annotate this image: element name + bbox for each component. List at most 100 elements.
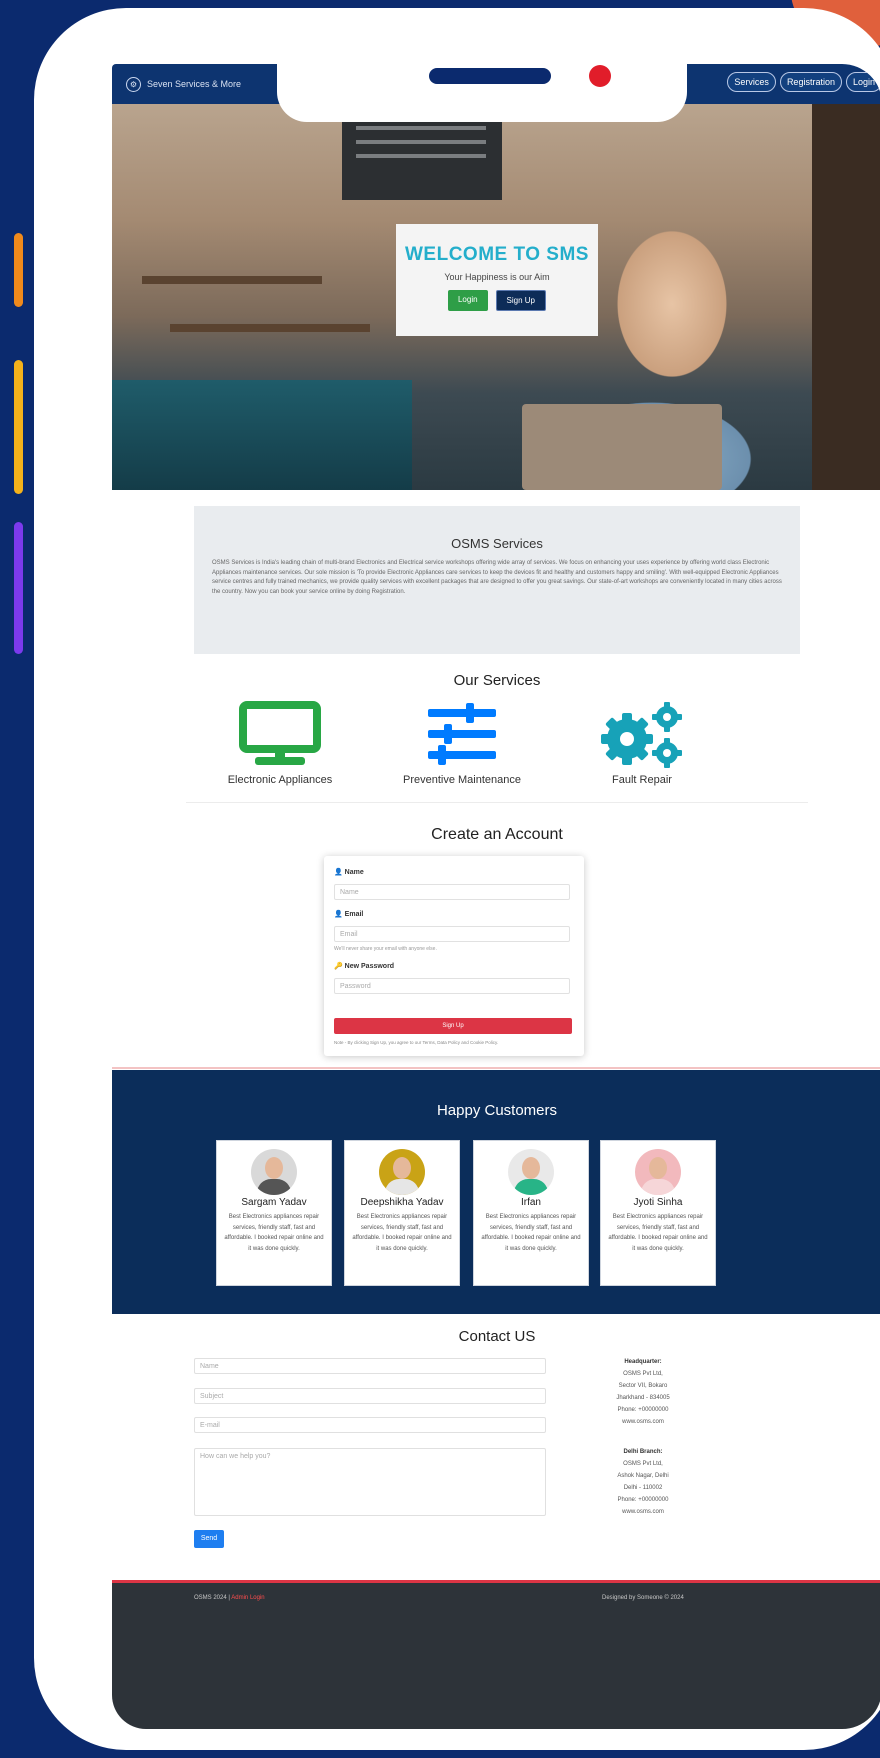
phone-notch (277, 8, 687, 122)
customer-name: Jyoti Sinha (633, 1197, 683, 1208)
avatar (635, 1149, 681, 1195)
phone-side-button (14, 360, 23, 494)
customer-name: Irfan (520, 1197, 541, 1208)
customers-title: Happy Customers (436, 1102, 558, 1119)
password-label: 🔑 New Password (334, 962, 394, 970)
service-electronic-appliances: Electronic Appliances (180, 698, 380, 786)
nav-services[interactable]: Services (727, 72, 776, 92)
contact-title: Contact US (458, 1328, 536, 1345)
brand[interactable]: ⚙ Seven Services & More (126, 76, 242, 92)
section-border (112, 1067, 880, 1069)
hero-photo-shelf (142, 276, 322, 284)
contact-email-input[interactable]: E-mail (194, 1417, 546, 1433)
send-button[interactable]: Send (194, 1530, 224, 1548)
cogs-icon (601, 702, 682, 768)
address-line: Sector VII, Bokaro (618, 1383, 668, 1389)
phone-frame: ⚙ Seven Services & More Services Registr… (34, 8, 880, 1750)
hero-login-button[interactable]: Login (447, 290, 488, 311)
signup-form: 👤 Name Name 👤 Email Email We'll never sh… (324, 856, 584, 1056)
address-line: Ashok Nagar, Delhi (617, 1473, 669, 1479)
hero-photo-background (812, 104, 880, 490)
footer-copyright: OSMS 2024 | (194, 1595, 230, 1601)
address-line: Phone: +00000000 (617, 1497, 669, 1503)
address-line: Delhi - 110002 (623, 1485, 663, 1491)
admin-login-link[interactable]: Admin Login (231, 1595, 264, 1601)
customer-testimonial: Best Electronics appliances repair servi… (481, 1214, 581, 1252)
customer-name: Sargam Yadav (241, 1197, 307, 1208)
customer-card: Sargam Yadav Best Electronics appliances… (216, 1140, 332, 1286)
footer: OSMS 2024 | Admin Login Designed by Some… (112, 1583, 880, 1729)
hero-buttons: Login Sign Up (396, 290, 598, 311)
address-title: Delhi Branch: (623, 1449, 663, 1455)
hero-photo-shelf (170, 324, 370, 332)
customer-name: Deepshikha Yadav (360, 1197, 444, 1208)
user-icon: 👤 (334, 869, 343, 876)
tv-monitor-icon (239, 701, 321, 765)
hero-signup-button[interactable]: Sign Up (495, 290, 547, 311)
nav-registration[interactable]: Registration (779, 72, 842, 92)
contact-subject-input[interactable]: Subject (194, 1388, 546, 1404)
address-title: Headquarter: (624, 1359, 662, 1365)
customer-testimonial: Best Electronics appliances repair servi… (608, 1214, 708, 1252)
address-line: Jharkhand - 834005 (616, 1395, 670, 1401)
service-fault-repair: Fault Repair (542, 698, 742, 786)
avatar (379, 1149, 425, 1195)
headquarter-address: Headquarter: OSMS Pvt Ltd, Sector VII, B… (592, 1356, 694, 1428)
screen: ⚙ Seven Services & More Services Registr… (112, 64, 880, 1729)
key-icon: 🔑 (334, 963, 343, 970)
contact-message-textarea[interactable]: How can we help you? (194, 1448, 546, 1516)
hero-photo-counter (112, 380, 412, 490)
nav-links: Services Registration Login (727, 72, 880, 92)
hero-banner: WELCOME TO SMS Your Happiness is our Aim… (112, 104, 880, 490)
speaker-icon (429, 68, 551, 84)
user-icon: 👤 (334, 911, 343, 918)
contact-name-input[interactable]: Name (194, 1358, 546, 1374)
happy-customers-section: Happy Customers Sargam Yadav Best Electr… (112, 1070, 880, 1314)
customer-card: Irfan Best Electronics appliances repair… (473, 1140, 589, 1286)
phone-side-button (14, 233, 23, 307)
email-label-text: Email (344, 911, 364, 918)
camera-icon (589, 65, 611, 87)
signup-email-input[interactable]: Email (334, 926, 570, 942)
address-line: OSMS Pvt Ltd, (623, 1461, 663, 1467)
name-label: 👤 Name (334, 868, 364, 876)
osms-title: OSMS Services (451, 536, 543, 551)
branch-address: Delhi Branch: OSMS Pvt Ltd, Ashok Nagar,… (592, 1446, 694, 1518)
service-label: Fault Repair (612, 774, 672, 786)
osms-services-jumbotron: OSMS Services OSMS Services is India's l… (194, 506, 800, 654)
our-services-title: Our Services (453, 672, 541, 689)
phone-side-button (14, 522, 23, 654)
signup-password-input[interactable]: Password (334, 978, 570, 994)
service-label: Electronic Appliances (227, 774, 333, 786)
hero-welcome-box: WELCOME TO SMS Your Happiness is our Aim… (396, 224, 598, 336)
footer-left: OSMS 2024 | Admin Login (194, 1595, 265, 1601)
name-label-text: Name (344, 869, 364, 876)
osms-description: OSMS Services is India's leading chain o… (212, 560, 782, 595)
address-line: OSMS Pvt Ltd, (623, 1371, 663, 1377)
nav-login[interactable]: Login (845, 72, 880, 92)
brand-name: Seven Services & More (147, 79, 242, 89)
avatar (508, 1149, 554, 1195)
email-help-text: We'll never share your email with anyone… (334, 946, 437, 952)
signup-button[interactable]: Sign Up (334, 1018, 572, 1034)
create-account-title: Create an Account (431, 826, 563, 843)
customer-card: Jyoti Sinha Best Electronics appliances … (600, 1140, 716, 1286)
email-label: 👤 Email (334, 910, 363, 918)
hero-photo-laptop (522, 404, 722, 490)
customer-card: Deepshikha Yadav Best Electronics applia… (344, 1140, 460, 1286)
address-line: www.osms.com (622, 1509, 664, 1515)
hero-title: WELCOME TO SMS (405, 244, 589, 265)
password-label-text: New Password (344, 963, 395, 970)
address-line: www.osms.com (622, 1419, 664, 1425)
address-line: Phone: +00000000 (617, 1407, 669, 1413)
service-preventive-maintenance: Preventive Maintenance (362, 698, 562, 786)
signup-name-input[interactable]: Name (334, 884, 570, 900)
logo-icon: ⚙ (126, 76, 141, 92)
customer-testimonial: Best Electronics appliances repair servi… (352, 1214, 452, 1252)
footer-credit: Designed by Someone © 2024 (602, 1595, 684, 1601)
avatar (251, 1149, 297, 1195)
hero-subtitle: Your Happiness is our Aim (444, 272, 550, 282)
sliders-icon (428, 703, 496, 765)
service-label: Preventive Maintenance (402, 774, 521, 786)
section-divider (186, 802, 808, 803)
